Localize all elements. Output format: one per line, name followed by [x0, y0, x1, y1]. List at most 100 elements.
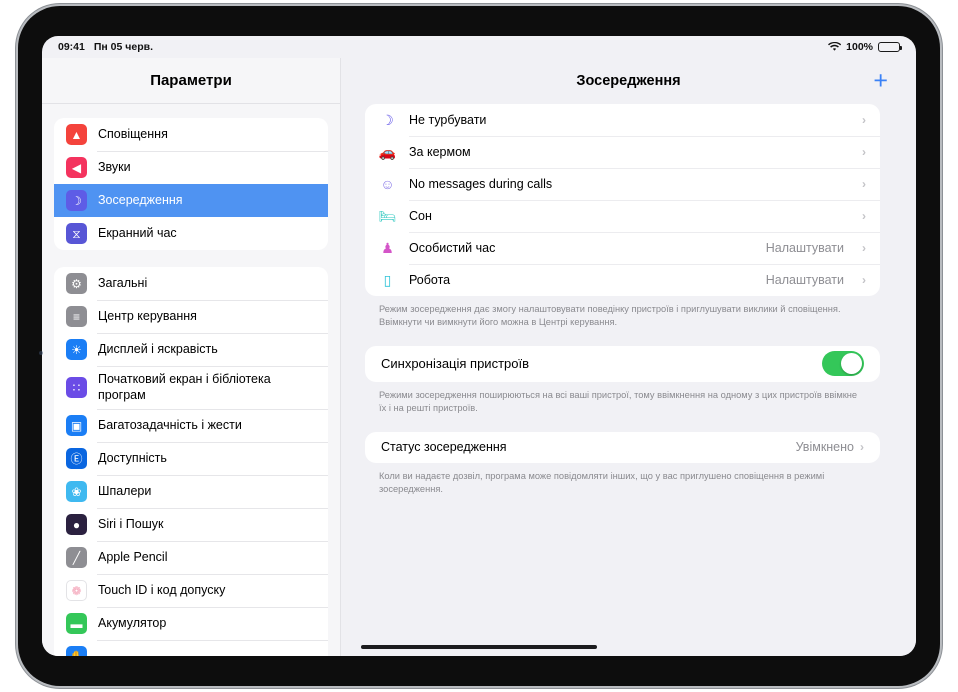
focus-mode-label: Особистий час [409, 241, 496, 255]
ipad-screen: 09:41 Пн 05 черв. 100% Параметри ▲ Спові… [42, 36, 916, 656]
sidebar-item-1-5[interactable]: Ⓔ Доступність [54, 442, 328, 475]
chevron-right-icon: › [860, 440, 864, 455]
status-bar-right: 100% [828, 41, 903, 53]
control-center-icon: ≡ [66, 306, 87, 327]
focus-mode-label: За кермом [409, 145, 471, 159]
speaker-waves-icon: ◀ [66, 157, 87, 178]
status-bar-left: 09:41 Пн 05 черв. [58, 41, 153, 53]
sidebar-item-label: Apple Pencil [98, 549, 168, 564]
sidebar-scroll-area[interactable]: ▲ Сповіщення ◀ Звуки ☽ Зосередження ⧖ Екранний … [42, 104, 340, 656]
focus-mode-label: Сон [409, 209, 432, 223]
sidebar-title: Параметри [42, 58, 340, 104]
sidebar-item-label: Сповіщення [98, 126, 168, 141]
sidebar-item-1-11[interactable]: ✋ [54, 640, 328, 656]
page-title: Зосередження [576, 73, 681, 89]
sidebar-item-label: Звуки [98, 159, 131, 174]
focus-mode-value: Налаштувати [765, 273, 844, 287]
bed-icon: 🛏 [378, 208, 397, 224]
chevron-right-icon: › [862, 241, 866, 255]
sidebar-item-label: Екранний час [98, 225, 177, 240]
gear-icon: ⚙ [66, 273, 87, 294]
sync-card: Синхронізація пристроїв [365, 345, 880, 382]
sidebar-group-system: ⚙ Загальні ≡ Центр керування ☀ Дисплей і яскр… [54, 267, 328, 656]
focus-modes-card: ☽ Не турбувати › 🚗 За кермом › ☺ No messages du… [365, 104, 880, 296]
detail-header: Зосередження + [341, 58, 916, 104]
battery-icon [878, 41, 903, 53]
add-focus-button[interactable]: + [873, 68, 888, 94]
focus-status-label: Статус зосередження [381, 440, 507, 455]
hourglass-icon: ⧖ [66, 223, 87, 244]
sidebar-item-1-8[interactable]: ╱ Apple Pencil [54, 541, 328, 574]
sidebar-item-1-6[interactable]: ❀ Шпалери [54, 475, 328, 508]
sidebar-item-1-4[interactable]: ▣ Багатозадачність і жести [54, 409, 328, 442]
sidebar-item-0-3[interactable]: ⧖ Екранний час [54, 217, 328, 250]
sidebar-item-0-0[interactable]: ▲ Сповіщення [54, 118, 328, 151]
sidebar-item-label: Дисплей і яскравість [98, 341, 218, 356]
sidebar-item-0-2[interactable]: ☽ Зосередження [54, 184, 328, 217]
battery-icon: ▬ [66, 613, 87, 635]
status-bar-date: Пн 05 черв. [93, 41, 153, 53]
sidebar-item-label: Акумулятор [98, 615, 167, 630]
detail-body: ☽ Не турбувати › 🚗 За кермом › ☺ No messages du… [341, 104, 916, 497]
toggle-knob [841, 353, 862, 375]
chevron-right-icon: › [862, 177, 866, 191]
focus-mode-row[interactable]: 🛏 Сон › [365, 200, 880, 232]
focus-footnote: Режим зосередження дає змогу налаштовува… [379, 304, 841, 328]
chevron-right-icon: › [862, 273, 866, 287]
home-indicator [361, 645, 597, 649]
fingerprint-icon: ❁ [66, 580, 87, 602]
sidebar-item-1-3[interactable]: ∷ Початковий екран і бібліотека програм [54, 366, 328, 409]
sidebar-item-label: Siri і Пошук [98, 516, 164, 531]
sidebar-item-label: Центр керування [98, 308, 197, 323]
wallpaper-icon: ❀ [66, 481, 87, 503]
chevron-right-icon: › [862, 113, 866, 127]
chevron-right-icon: › [862, 145, 866, 159]
status-bar-time: 09:41 [58, 41, 85, 53]
focus-mode-row[interactable]: ♟ Особистий час Налаштувати › [365, 232, 880, 264]
sync-devices-toggle[interactable] [822, 351, 864, 377]
app-grid-icon: ∷ [66, 377, 87, 399]
sidebar-item-label: Зосередження [98, 192, 183, 207]
settings-sidebar: Параметри ▲ Сповіщення ◀ Звуки ☽ Зосередження… [42, 58, 341, 656]
sidebar-item-1-0[interactable]: ⚙ Загальні [54, 267, 328, 300]
sidebar-item-label: Доступність [98, 450, 167, 465]
sidebar-item-1-7[interactable]: ● Siri і Пошук [54, 508, 328, 541]
status-bar: 09:41 Пн 05 черв. 100% [42, 36, 916, 58]
bell-icon: ▲ [66, 124, 87, 145]
sidebar-item-1-9[interactable]: ❁ Touch ID і код допуску [54, 574, 328, 607]
sync-devices-row[interactable]: Синхронізація пристроїв [365, 346, 880, 382]
multitasking-icon: ▣ [66, 415, 87, 437]
focus-status-value: Увімкнено [795, 440, 854, 455]
car-icon: 🚗 [378, 144, 397, 160]
focus-mode-row[interactable]: ▯ Робота Налаштувати › [365, 264, 880, 296]
focus-status-card: Статус зосередження Увімкнено › [365, 431, 880, 463]
focus-detail-pane: Зосередження + ☽ Не турбувати › 🚗 За кермом ›… [341, 58, 916, 656]
battery-percent-label: 100% [846, 41, 873, 53]
sidebar-item-label: Touch ID і код допуску [98, 582, 226, 597]
sync-footnote: Режими зосередження поширюються на всі в… [379, 389, 858, 414]
focus-status-row[interactable]: Статус зосередження Увімкнено › [365, 432, 880, 463]
siri-orb-icon: ● [66, 514, 87, 536]
focus-mode-label: Робота [409, 273, 451, 287]
brightness-icon: ☀ [66, 339, 87, 360]
focus-mode-row[interactable]: 🚗 За кермом › [365, 136, 880, 168]
sync-devices-label: Синхронізація пристроїв [381, 356, 529, 372]
pencil-icon: ╱ [66, 547, 87, 569]
sidebar-item-label: Багатозадачність і жести [98, 417, 242, 432]
sidebar-item-1-1[interactable]: ≡ Центр керування [54, 300, 328, 333]
smiley-icon: ☺ [380, 176, 395, 192]
sidebar-item-1-2[interactable]: ☀ Дисплей і яскравість [54, 333, 328, 366]
focus-mode-row[interactable]: ☽ Не турбувати › [365, 104, 880, 136]
sidebar-item-1-10[interactable]: ▬ Акумулятор [54, 607, 328, 640]
focus-mode-label: No messages during calls [409, 177, 553, 191]
sidebar-item-0-1[interactable]: ◀ Звуки [54, 151, 328, 184]
screen-speck [39, 351, 43, 355]
moon-icon: ☽ [66, 190, 87, 211]
sidebar-item-label: Шпалери [98, 483, 152, 498]
status-footnote: Коли ви надаєте дозвіл, програма може по… [379, 470, 825, 495]
ipad-device-frame: 09:41 Пн 05 черв. 100% Параметри ▲ Спові… [18, 6, 940, 686]
focus-mode-label: Не турбувати [409, 113, 487, 127]
moon-icon: ☽ [381, 112, 394, 128]
sidebar-item-label: Загальні [98, 275, 148, 290]
focus-mode-row[interactable]: ☺ No messages during calls › [365, 168, 880, 200]
